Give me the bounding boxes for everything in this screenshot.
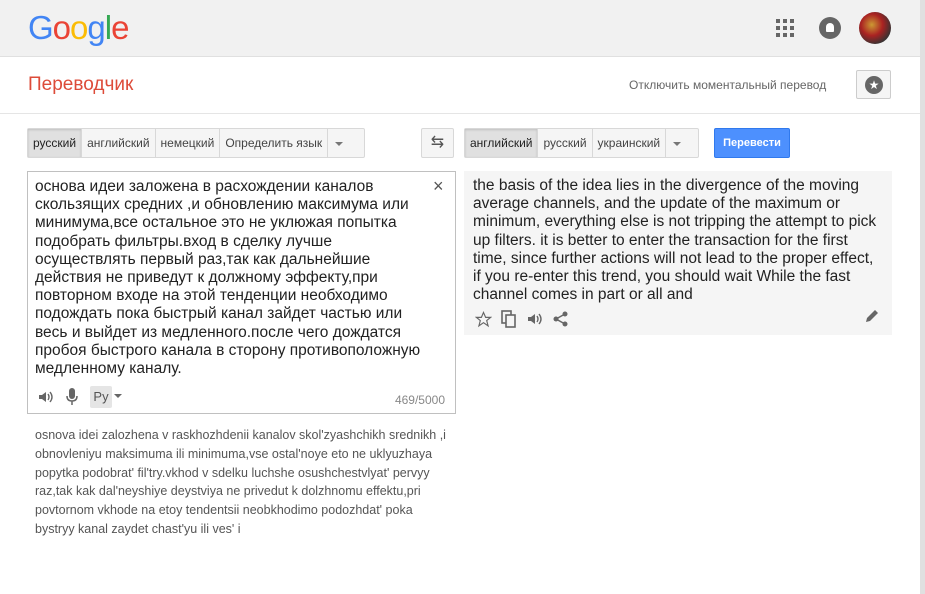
scrollbar[interactable] [920,0,925,594]
share-icon[interactable] [551,309,571,329]
apps-grid-icon[interactable] [776,19,794,37]
target-lang-english[interactable]: английский [465,129,539,157]
logo-letter: e [111,9,129,46]
logo-letter: G [28,9,54,46]
source-lang-german[interactable]: немецкий [156,129,221,157]
translation-result: the basis of the idea lies in the diverg… [464,171,892,335]
chevron-down-icon[interactable] [112,386,122,408]
target-lang-russian[interactable]: русский [538,129,593,157]
source-text[interactable]: основа идеи заложена в расхождении канал… [35,178,430,378]
google-top-bar: Google [0,0,925,57]
transliteration-text: osnova idei zalozhena v raskhozhdenii ka… [35,428,446,536]
translate-page: Google Переводчик Отключить моментальный… [0,0,925,594]
copy-icon[interactable] [499,309,519,329]
source-text-area[interactable]: основа идеи заложена в расхождении канал… [27,171,456,414]
speaker-icon[interactable] [36,387,56,407]
google-logo[interactable]: Google [28,9,129,47]
logo-letter: o [70,9,88,46]
input-tools-button[interactable]: Ру [90,386,112,408]
translation-text[interactable]: the basis of the idea lies in the diverg… [473,177,885,304]
source-lang-russian[interactable]: русский [28,129,83,157]
target-language-bar: английский русский украинский [464,128,699,158]
swap-languages-button[interactable]: ⇆ [421,128,454,158]
speaker-icon[interactable] [525,309,545,329]
instant-translation-toggle[interactable]: Отключить моментальный перевод [629,78,826,92]
swap-icon: ⇆ [430,134,445,151]
logo-letter: g [87,9,105,46]
page-title: Переводчик [28,74,134,95]
source-language-bar: русский английский немецкий Определить я… [27,128,365,158]
app-header: Переводчик Отключить моментальный перево… [0,57,920,114]
source-lang-english[interactable]: английский [82,129,156,157]
source-toolbar: Ру [36,386,122,408]
bell-icon[interactable] [819,17,841,39]
logo-letter: o [52,9,71,46]
close-icon[interactable]: × [433,176,444,197]
chevron-down-icon[interactable] [666,129,688,157]
phrasebook-button[interactable]: ★ [856,70,891,99]
pencil-icon[interactable] [864,308,884,328]
source-lang-detect[interactable]: Определить язык [220,129,329,157]
star-icon: ★ [865,76,883,94]
chevron-down-icon[interactable] [328,129,350,157]
character-count: 469/5000 [394,393,445,407]
avatar[interactable] [859,12,891,44]
result-toolbar [473,308,577,330]
microphone-icon[interactable] [62,387,82,407]
translate-button[interactable]: Перевести [714,128,790,158]
star-icon[interactable] [473,309,493,329]
target-lang-ukrainian[interactable]: украинский [593,129,667,157]
